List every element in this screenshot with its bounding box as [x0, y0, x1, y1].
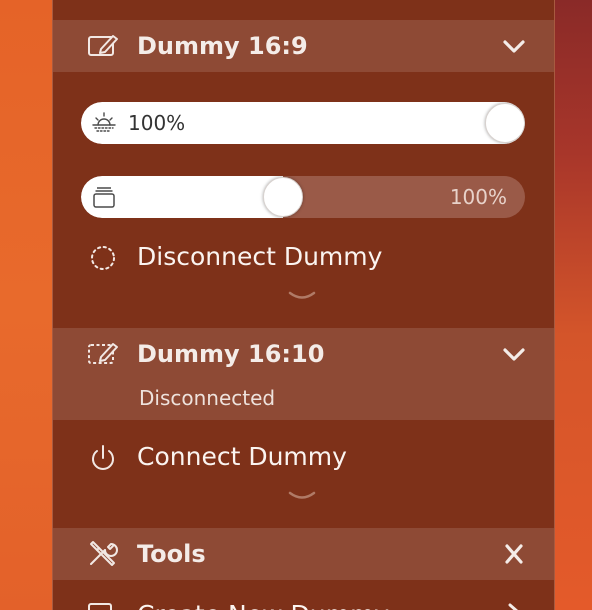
display-pencil-icon	[88, 35, 118, 56]
power-icon	[92, 445, 114, 470]
brightness-value: 100%	[128, 111, 186, 135]
status-text: Disconnected	[139, 386, 276, 410]
section-title: Dummy 16:10	[137, 340, 325, 368]
collapse-chevron-icon[interactable]	[287, 490, 317, 502]
connect-dummy-button[interactable]: Connect Dummy	[53, 434, 554, 480]
disconnect-dummy-button[interactable]: Disconnect Dummy	[53, 234, 554, 280]
dummy-16-9-header[interactable]: Dummy 16:9	[53, 20, 554, 72]
secondary-value: 100%	[449, 185, 507, 209]
tools-header[interactable]: Tools	[53, 528, 554, 580]
brightness-slider[interactable]: 100%	[81, 102, 525, 144]
secondary-slider[interactable]: 100%	[81, 176, 525, 218]
display-icon	[88, 603, 112, 610]
stack-icon	[93, 187, 115, 208]
previous-section-tail	[53, 0, 554, 18]
section-title: Dummy 16:9	[137, 32, 308, 60]
item-label: Create New Dummy	[137, 600, 389, 610]
sun-dim-icon	[92, 112, 116, 132]
tools-icon	[90, 541, 118, 566]
slider-knob[interactable]	[262, 177, 303, 217]
dummy-16-10-header[interactable]: Dummy 16:10 Disconnected	[53, 328, 554, 420]
collapse-chevron-icon[interactable]	[287, 290, 317, 302]
section-title: Tools	[137, 540, 206, 568]
dashed-display-pencil-icon	[88, 343, 118, 364]
chevron-down-icon[interactable]	[501, 36, 527, 56]
desktop-background-left	[0, 0, 52, 610]
dotted-circle-icon	[91, 246, 115, 270]
close-x-icon[interactable]	[501, 544, 527, 564]
menu-panel: Dummy 16:9 100% 100% Disconnect Dummy Du…	[52, 0, 555, 610]
create-new-dummy-item[interactable]: Create New Dummy	[53, 596, 554, 610]
slider-knob[interactable]	[485, 103, 525, 143]
chevron-down-icon[interactable]	[501, 344, 527, 364]
chevron-right-icon	[508, 603, 518, 610]
desktop-background-right	[555, 0, 592, 610]
action-label: Connect Dummy	[137, 442, 347, 471]
action-label: Disconnect Dummy	[137, 242, 383, 271]
